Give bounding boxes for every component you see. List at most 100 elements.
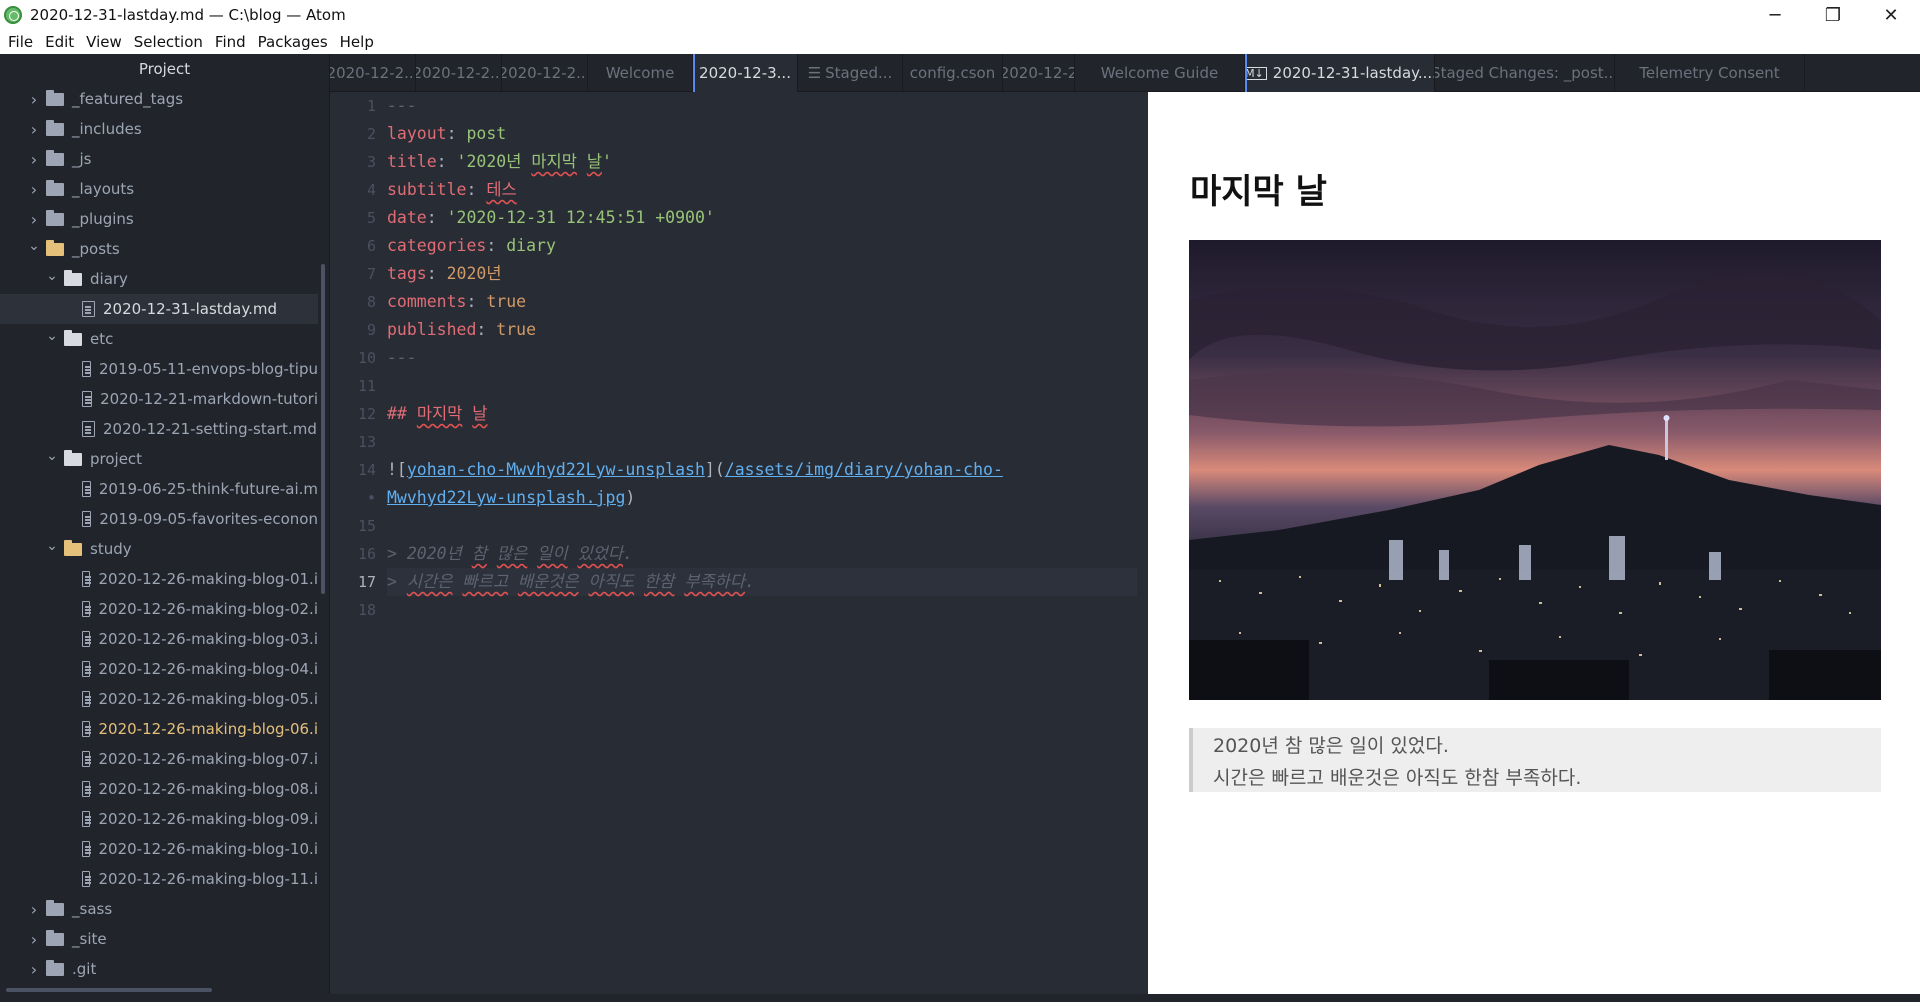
text-editor[interactable]: 1 2 3 4 5 6 7 8 9 10 11 12 13 14 • 15 16 17 18 --- layout:… xyxy=(330,92,1148,994)
folder-icon xyxy=(46,929,64,946)
file-text-icon xyxy=(82,661,92,677)
tree-file[interactable]: 2020-12-21-setting-start.md xyxy=(0,414,318,444)
tree-file[interactable]: 2020-12-26-making-blog-02.i xyxy=(0,594,318,624)
tree-file[interactable]: 2020-12-26-making-blog-03.i xyxy=(0,624,318,654)
tree-item-label: 2020-12-26-making-blog-09.i xyxy=(98,810,318,828)
file-text-icon xyxy=(82,781,92,797)
tab[interactable]: 2020-12-2... xyxy=(502,54,588,92)
tree-file[interactable]: 2020-12-26-making-blog-07.i xyxy=(0,744,318,774)
tab[interactable]: Welcome xyxy=(588,54,693,92)
tree-item-label: _layouts xyxy=(72,180,135,198)
line-number: 9 xyxy=(366,321,376,339)
tree-item-label: 2020-12-26-making-blog-02.i xyxy=(98,600,318,618)
folder-icon xyxy=(46,209,64,226)
tab-label: Staged Changes: _post... xyxy=(1435,64,1615,82)
tree-folder[interactable]: › _js xyxy=(0,144,318,174)
tree-file[interactable]: 2020-12-26-making-blog-04.i xyxy=(0,654,318,684)
tree-horizontal-scrollbar[interactable] xyxy=(6,988,212,992)
file-text-icon xyxy=(82,421,95,437)
line-number: 7 xyxy=(366,265,376,283)
tab[interactable]: Staged Changes: _post... xyxy=(1435,54,1615,92)
file-text-icon xyxy=(82,871,92,887)
tree-file[interactable]: 2020-12-31-lastday.md xyxy=(0,294,318,324)
tree-item-label: etc xyxy=(90,330,114,348)
line-number: 4 xyxy=(366,181,376,199)
tree-file[interactable]: 2020-12-26-making-blog-10.i xyxy=(0,834,318,864)
tree-file[interactable]: 2020-12-26-making-blog-05.i xyxy=(0,684,318,714)
chevron-right-icon[interactable]: › xyxy=(28,120,40,139)
chevron-right-icon[interactable]: › xyxy=(28,900,40,919)
tree-file[interactable]: 2019-05-11-envops-blog-tipu xyxy=(0,354,318,384)
chevron-down-icon[interactable]: ⌄ xyxy=(28,238,40,254)
line-number: 5 xyxy=(366,209,376,227)
code-line: --- xyxy=(387,348,417,367)
tree-item-label: 2020-12-26-making-blog-04.i xyxy=(98,660,318,678)
tree-folder[interactable]: ⌄ etc xyxy=(0,324,318,354)
chevron-right-icon[interactable]: › xyxy=(28,930,40,949)
tree-folder[interactable]: ⌄ diary xyxy=(0,264,318,294)
folder-icon xyxy=(46,899,64,916)
tree-item-label: _includes xyxy=(72,120,142,138)
tree-file[interactable]: 2019-06-25-think-future-ai.m xyxy=(0,474,318,504)
tab[interactable]: Telemetry Consent xyxy=(1615,54,1805,92)
project-tree-view: Project › _featured_tags › _includes › _js › _l… xyxy=(0,54,330,994)
tree-folder[interactable]: › _layouts xyxy=(0,174,318,204)
menu-view[interactable]: View xyxy=(80,33,128,51)
checklist-icon: ☰ xyxy=(807,64,822,82)
chevron-down-icon[interactable]: ⌄ xyxy=(46,448,58,464)
tree-file[interactable]: 2020-12-21-markdown-tutori xyxy=(0,384,318,414)
tree-folder[interactable]: ⌄ study xyxy=(0,534,318,564)
maximize-button[interactable]: ❐ xyxy=(1804,0,1862,30)
chevron-down-icon[interactable]: ⌄ xyxy=(46,268,58,284)
tree-vertical-scrollbar[interactable] xyxy=(321,264,325,594)
tree-item-label: 2020-12-26-making-blog-05.i xyxy=(98,690,318,708)
minimize-button[interactable]: ─ xyxy=(1746,0,1804,30)
menu-help[interactable]: Help xyxy=(334,33,380,51)
code-line: subtitle: 테스 xyxy=(387,180,517,199)
tree-file[interactable]: 2020-12-26-making-blog-09.i xyxy=(0,804,318,834)
line-number: 1 xyxy=(366,97,376,115)
folder-icon xyxy=(64,539,82,556)
tab-label: 2020-12-2... xyxy=(416,64,502,82)
tree-folder[interactable]: › _featured_tags xyxy=(0,84,318,114)
tree-file[interactable]: 2020-12-26-making-blog-08.i xyxy=(0,774,318,804)
tree-item-label: 2020-12-26-making-blog-01.i xyxy=(98,570,318,588)
menu-edit[interactable]: Edit xyxy=(39,33,80,51)
chevron-right-icon[interactable]: › xyxy=(28,210,40,229)
chevron-right-icon[interactable]: › xyxy=(28,90,40,109)
tree-folder[interactable]: ⌄ project xyxy=(0,444,318,474)
tree-folder[interactable]: › _plugins xyxy=(0,204,318,234)
tab[interactable]: config.cson xyxy=(903,54,1003,92)
code-area[interactable]: --- layout: post title: '2020년 마지막 날' su… xyxy=(387,92,1137,624)
tree-folder[interactable]: ⌄ _posts xyxy=(0,234,318,264)
menu-selection[interactable]: Selection xyxy=(128,33,209,51)
tree-folder[interactable]: › _includes xyxy=(0,114,318,144)
chevron-right-icon[interactable]: › xyxy=(28,960,40,979)
tree-folder[interactable]: › .git xyxy=(0,954,318,984)
menu-packages[interactable]: Packages xyxy=(252,33,334,51)
chevron-down-icon[interactable]: ⌄ xyxy=(46,328,58,344)
tree-file[interactable]: 2020-12-26-making-blog-01.i xyxy=(0,564,318,594)
tab-label: 2020-12-2... xyxy=(330,64,416,82)
close-button[interactable]: ✕ xyxy=(1862,0,1920,30)
file-text-icon xyxy=(82,601,92,617)
chevron-down-icon[interactable]: ⌄ xyxy=(46,538,58,554)
chevron-right-icon[interactable]: › xyxy=(28,180,40,199)
tree-folder[interactable]: › _sass xyxy=(0,894,318,924)
tab[interactable]: ☰ Staged... xyxy=(798,54,903,92)
tree-folder[interactable]: › _site xyxy=(0,924,318,954)
tree-file[interactable]: 2019-09-05-favorites-econon xyxy=(0,504,318,534)
menu-file[interactable]: File xyxy=(2,33,39,51)
tab[interactable]: 2020-12-3... xyxy=(693,54,798,92)
line-number: 16 xyxy=(357,545,376,563)
tab[interactable]: 2020-12-2 xyxy=(1003,54,1075,92)
tab[interactable]: Welcome Guide xyxy=(1075,54,1245,92)
menu-find[interactable]: Find xyxy=(209,33,252,51)
chevron-right-icon[interactable]: › xyxy=(28,150,40,169)
tab[interactable]: 2020-12-2... xyxy=(416,54,502,92)
tab[interactable]: M↓ 2020-12-31-lastday.... xyxy=(1245,54,1435,92)
tree-file[interactable]: 2020-12-26-making-blog-06.i xyxy=(0,714,318,744)
tab[interactable]: 2020-12-2... xyxy=(330,54,416,92)
tree-file[interactable]: 2020-12-26-making-blog-11.i xyxy=(0,864,318,894)
